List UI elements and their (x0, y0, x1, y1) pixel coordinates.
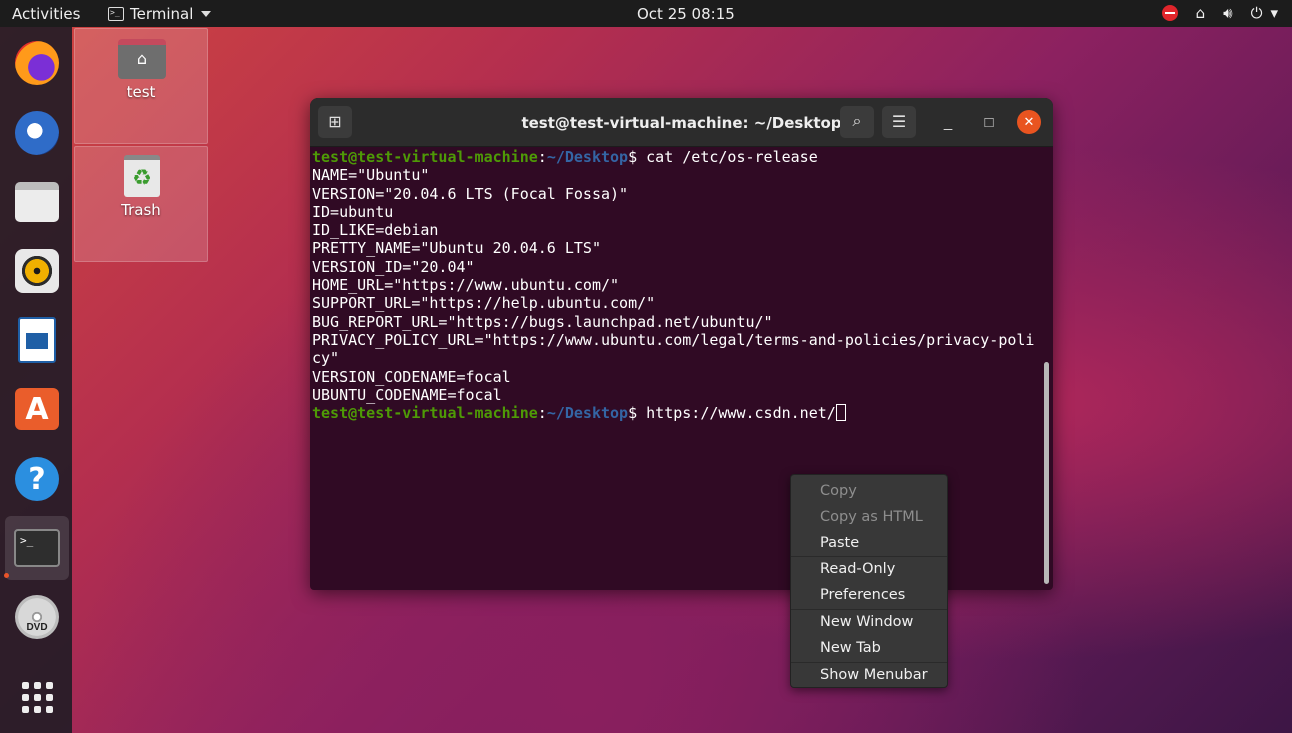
command-text: cat /etc/os-release (646, 148, 818, 166)
home-folder-icon (118, 39, 166, 79)
prompt-dollar: $ (628, 404, 647, 423)
terminal-output-line: VERSION_ID="20.04" (312, 257, 475, 276)
terminal-output-line: PRIVACY_POLICY_URL="https://www.ubuntu.c… (312, 330, 1035, 349)
dock-thunderbird[interactable] (5, 101, 69, 165)
dock-dvd[interactable]: DVD (5, 585, 69, 649)
prompt-dollar: $ (628, 148, 647, 166)
minimize-icon: _ (943, 113, 953, 131)
running-indicator (4, 573, 9, 578)
clock[interactable]: Oct 25 08:15 (637, 5, 735, 23)
prompt-user: test@test-virtual-machine (312, 404, 538, 423)
do-not-disturb-icon[interactable] (1161, 5, 1178, 21)
prompt-separator: : (537, 148, 547, 166)
scrollbar[interactable] (1044, 362, 1049, 584)
terminal-output-line: NAME="Ubuntu" (312, 166, 430, 185)
network-icon[interactable]: ⌂ (1196, 4, 1206, 22)
prompt-separator: : (537, 404, 547, 423)
menu-item-new-tab[interactable]: New Tab (791, 636, 947, 662)
show-applications-icon (21, 681, 53, 713)
thunderbird-icon (15, 111, 59, 155)
dock-files[interactable] (5, 170, 69, 234)
terminal-output-line: PRETTY_NAME="Ubuntu 20.04.6 LTS" (312, 239, 601, 258)
text-cursor (835, 404, 846, 422)
desktop-icon-home[interactable]: test (74, 28, 208, 144)
desktop-icon-trash[interactable]: Trash (74, 146, 208, 262)
terminal-line-command1: test@test-virtual-machine:~/Desktop$ cat… (312, 148, 1042, 166)
help-icon: ? (15, 457, 59, 501)
menu-item-show-menubar[interactable]: Show Menubar (791, 663, 947, 689)
menu-button[interactable]: ☰ (882, 106, 916, 138)
desktop-icon-label: Trash (121, 201, 161, 219)
prompt-path: ~/Desktop (546, 404, 629, 423)
command-input[interactable]: https://www.csdn.net/ (646, 404, 836, 422)
prompt-path: ~/Desktop (546, 148, 629, 166)
close-button[interactable]: ✕ (1017, 110, 1041, 134)
maximize-button[interactable]: □ (977, 110, 1001, 134)
terminal-output-line: cy" (312, 349, 340, 368)
hamburger-icon: ☰ (891, 114, 907, 131)
menu-item-new-window[interactable]: New Window (791, 610, 947, 636)
dock: A ? >_ DVD (0, 27, 72, 733)
dvd-label: DVD (26, 622, 48, 633)
terminal-output-line: SUPPORT_URL="https://help.ubuntu.com/" (312, 294, 656, 313)
minimize-button[interactable]: _ (936, 110, 960, 134)
dock-terminal[interactable]: >_ (5, 516, 69, 580)
firefox-icon (15, 41, 59, 85)
trash-icon (124, 155, 160, 197)
search-button[interactable]: ⌕ (840, 106, 874, 138)
menu-item-read-only[interactable]: Read-Only (791, 557, 947, 583)
search-icon: ⌕ (852, 113, 862, 130)
dock-firefox[interactable] (5, 31, 69, 95)
chevron-down-icon[interactable]: ▾ (1270, 4, 1278, 22)
files-icon (15, 182, 59, 222)
dvd-icon: DVD (15, 595, 59, 639)
desktop-icon-label: test (126, 83, 156, 101)
ubuntu-software-icon: A (15, 388, 59, 430)
dock-writer[interactable] (5, 308, 69, 372)
terminal-small-icon: >_ (108, 7, 124, 21)
app-menu[interactable]: >_ Terminal (108, 5, 212, 23)
terminal-line-command2: test@test-virtual-machine:~/Desktop$ htt… (312, 404, 1042, 422)
terminal-screen[interactable]: test@test-virtual-machine:~/Desktop$ cat… (312, 148, 1042, 422)
close-icon: ✕ (1023, 114, 1035, 129)
system-tray[interactable]: ⌂ 🔊︎ ⏻ ▾ (1144, 4, 1278, 22)
menu-item-copy-as-html: Copy as HTML (820, 508, 923, 525)
activities-button[interactable]: Activities (12, 5, 80, 23)
terminal-icon: >_ (14, 529, 60, 567)
top-bar: Activities >_ Terminal Oct 25 08:15 ⌂ 🔊︎… (0, 0, 1292, 27)
chevron-down-icon (201, 11, 212, 17)
dock-help[interactable]: ? (5, 447, 69, 511)
terminal-output-line: VERSION_CODENAME=focal (312, 367, 511, 386)
rhythmbox-icon (15, 249, 59, 293)
terminal-output-line: VERSION="20.04.6 LTS (Focal Fossa)" (312, 184, 629, 203)
title-bar[interactable]: ⊞ test@test-virtual-machine: ~/Desktop ⌕… (310, 98, 1053, 147)
volume-icon[interactable]: 🔊︎ (1223, 4, 1232, 22)
dock-rhythmbox[interactable] (5, 239, 69, 303)
app-menu-label: Terminal (130, 5, 194, 23)
prompt-user: test@test-virtual-machine (312, 148, 538, 166)
terminal-output-line: ID=ubuntu (312, 202, 394, 221)
power-icon[interactable]: ⏻ (1251, 4, 1263, 22)
show-applications-button[interactable] (5, 665, 69, 729)
maximize-icon: □ (984, 113, 994, 131)
terminal-output-line: ID_LIKE=debian (312, 221, 439, 240)
context-menu: Copy Copy as HTML Paste Read-Only Prefer… (790, 474, 948, 688)
terminal-output-line: UBUNTU_CODENAME=focal (312, 385, 502, 404)
libreoffice-writer-icon (18, 317, 56, 363)
dock-software[interactable]: A (5, 377, 69, 441)
menu-item-preferences[interactable]: Preferences (791, 583, 947, 609)
terminal-output-line: HOME_URL="https://www.ubuntu.com/" (312, 276, 620, 295)
menu-item-copy: Copy (820, 483, 857, 499)
menu-item-paste[interactable]: Paste (791, 531, 947, 557)
terminal-output-line: BUG_REPORT_URL="https://bugs.launchpad.n… (312, 312, 773, 331)
